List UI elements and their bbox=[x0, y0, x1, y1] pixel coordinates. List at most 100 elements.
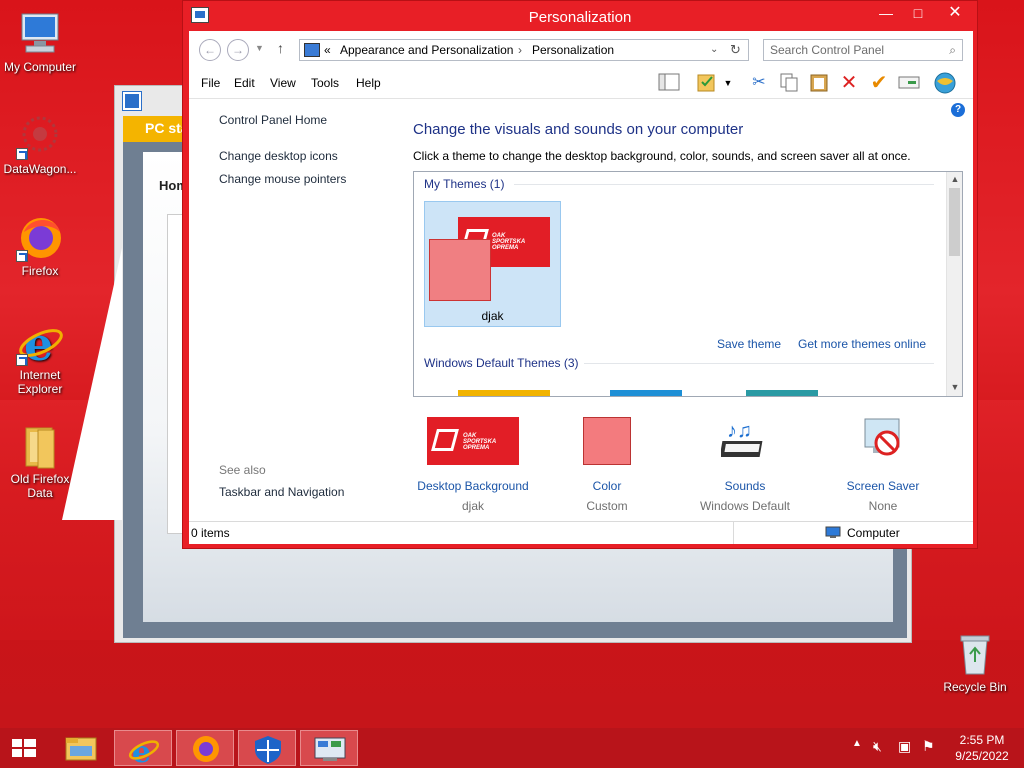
desktop-icon-label: My Computer bbox=[3, 60, 77, 74]
menu-tools[interactable]: Tools bbox=[311, 76, 339, 90]
shortcut-arrow-icon bbox=[16, 148, 28, 160]
desktop-icon-firefox[interactable]: Firefox bbox=[0, 214, 80, 278]
desktop-icon-recycle-bin[interactable]: Recycle Bin bbox=[935, 630, 1015, 694]
breadcrumb-overflow[interactable]: « bbox=[324, 40, 331, 60]
desktop-icon-label: Firefox bbox=[21, 264, 59, 278]
taskbar-control-panel[interactable] bbox=[300, 730, 358, 766]
checkmark-icon[interactable]: ✔ bbox=[867, 72, 891, 94]
start-button[interactable] bbox=[0, 730, 48, 766]
volume-muted-icon[interactable]: 🔇︎ bbox=[873, 738, 882, 755]
color-label[interactable]: Color bbox=[537, 479, 677, 493]
maximize-button[interactable]: □ bbox=[903, 4, 933, 22]
network-icon[interactable]: ▣ bbox=[898, 738, 911, 755]
status-bar: 0 items Computer bbox=[189, 521, 973, 544]
menu-bar: File Edit View Tools Help ▼ ✂ ✕ ✔ bbox=[189, 67, 973, 99]
forward-button[interactable]: → bbox=[227, 39, 249, 61]
layout-pane-icon[interactable] bbox=[657, 72, 681, 94]
desktop-background-label[interactable]: Desktop Background bbox=[403, 479, 543, 493]
up-arrow-icon[interactable]: ↑ bbox=[277, 40, 284, 56]
group-divider bbox=[514, 184, 934, 185]
address-dropdown-icon[interactable]: ⌄ bbox=[710, 40, 718, 60]
window-title: Personalization bbox=[528, 9, 632, 26]
page-title: Change the visuals and sounds on your co… bbox=[413, 121, 744, 138]
desktop-icon-datawagon[interactable]: DataWagon... bbox=[0, 112, 80, 176]
taskbar-firefox[interactable] bbox=[176, 730, 234, 766]
shortcut-arrow-icon bbox=[16, 250, 28, 262]
back-button[interactable]: ← bbox=[199, 39, 221, 61]
taskbar-navigation-link[interactable]: Taskbar and Navigation bbox=[219, 485, 344, 499]
menu-view[interactable]: View bbox=[270, 76, 296, 90]
scrollbar-thumb[interactable] bbox=[949, 188, 960, 256]
taskbar-security[interactable] bbox=[238, 730, 296, 766]
computer-icon bbox=[16, 10, 64, 58]
breadcrumb-appearance[interactable]: Appearance and Personalization bbox=[340, 40, 513, 60]
desktop-icon-label: Internet Explorer bbox=[17, 368, 63, 396]
theme-list[interactable]: My Themes (1) OAK SPORTSKA OPREMA djak S… bbox=[413, 171, 963, 397]
show-hidden-icons-chevron[interactable]: ▲ bbox=[852, 738, 862, 749]
help-icon[interactable]: ? bbox=[951, 103, 965, 117]
shield-icon bbox=[255, 736, 281, 764]
clock[interactable]: 2:55 PM 9/25/2022 bbox=[944, 732, 1020, 764]
control-panel-icon bbox=[314, 737, 346, 761]
sounds-label[interactable]: Sounds bbox=[675, 479, 815, 493]
folder-icon bbox=[65, 737, 97, 761]
scroll-down-icon[interactable]: ▼ bbox=[947, 382, 962, 392]
screen-saver-label[interactable]: Screen Saver bbox=[813, 479, 953, 493]
address-bar[interactable]: « Appearance and Personalization › Perso… bbox=[299, 39, 749, 61]
title-bar[interactable]: Personalization — □ ✕ bbox=[183, 1, 977, 31]
desktop-icon-my-computer[interactable]: My Computer bbox=[0, 10, 80, 74]
breadcrumb-separator-icon[interactable]: › bbox=[518, 40, 522, 60]
close-button[interactable]: ✕ bbox=[935, 4, 975, 22]
chevron-down-icon[interactable]: ▼ bbox=[721, 72, 735, 94]
taskbar-internet-explorer[interactable]: e bbox=[114, 730, 172, 768]
get-more-themes-link[interactable]: Get more themes online bbox=[798, 337, 926, 351]
menu-file[interactable]: File bbox=[201, 76, 220, 90]
breadcrumb-personalization[interactable]: Personalization bbox=[532, 40, 614, 60]
globe-icon[interactable] bbox=[933, 72, 957, 94]
svg-text:e: e bbox=[24, 318, 53, 366]
sounds-icon: ♪♫ bbox=[719, 415, 771, 465]
paste-icon[interactable] bbox=[807, 72, 831, 94]
recycle-bin-icon bbox=[951, 630, 999, 678]
theme-thumbnail-default-2[interactable] bbox=[610, 390, 682, 396]
taskbar-file-explorer[interactable] bbox=[52, 730, 110, 766]
minimize-button[interactable]: — bbox=[871, 4, 901, 22]
see-also-heading: See also bbox=[219, 463, 266, 477]
scroll-up-icon[interactable]: ▲ bbox=[947, 174, 962, 184]
theme-thumbnail-default-1[interactable] bbox=[458, 390, 550, 396]
clock-time: 2:55 PM bbox=[959, 733, 1005, 747]
theme-thumbnail-djak[interactable]: OAK SPORTSKA OPREMA djak bbox=[424, 201, 561, 327]
color-value: Custom bbox=[586, 499, 628, 513]
recent-pages-chevron-icon[interactable]: ▼ bbox=[255, 43, 264, 53]
control-panel-home-link[interactable]: Control Panel Home bbox=[219, 113, 327, 127]
search-input[interactable]: Search Control Panel ⌕ bbox=[763, 39, 963, 61]
cut-icon[interactable]: ✂ bbox=[747, 72, 771, 94]
copy-icon[interactable] bbox=[777, 72, 801, 94]
menu-edit[interactable]: Edit bbox=[234, 76, 255, 90]
properties-icon[interactable] bbox=[897, 72, 921, 94]
refresh-icon[interactable]: ↻ bbox=[730, 40, 741, 60]
menu-help[interactable]: Help bbox=[356, 76, 381, 90]
control-panel-icon bbox=[304, 43, 320, 57]
clock-date: 9/25/2022 bbox=[955, 749, 1009, 763]
delete-icon[interactable]: ✕ bbox=[837, 72, 861, 94]
save-theme-link[interactable]: Save theme bbox=[717, 337, 781, 351]
action-center-icon[interactable]: ⚑ bbox=[922, 738, 935, 755]
change-mouse-pointers-link[interactable]: Change mouse pointers bbox=[219, 172, 346, 186]
search-icon[interactable]: ⌕ bbox=[949, 40, 956, 60]
search-placeholder: Search Control Panel bbox=[770, 43, 885, 57]
personalization-window[interactable]: Personalization — □ ✕ ← → ▼ ↑ « Appearan… bbox=[182, 0, 978, 549]
desktop-icon-internet-explorer[interactable]: e Internet Explorer bbox=[0, 317, 80, 396]
desktop-icon-old-firefox-data[interactable]: Old Firefox Data bbox=[0, 422, 80, 500]
my-themes-heading: My Themes (1) bbox=[424, 177, 505, 191]
folder-check-icon[interactable] bbox=[695, 72, 719, 94]
window-client: ← → ▼ ↑ « Appearance and Personalization… bbox=[189, 31, 973, 544]
windows-logo-icon bbox=[12, 739, 36, 757]
theme-list-scrollbar[interactable]: ▲ ▼ bbox=[946, 172, 962, 396]
group-divider bbox=[584, 363, 934, 364]
windows-default-themes-heading: Windows Default Themes (3) bbox=[424, 356, 579, 370]
shortcut-arrow-icon bbox=[16, 354, 28, 366]
theme-options: OAK SPORTSKA OPREMA Desktop Background d… bbox=[403, 415, 973, 515]
theme-thumbnail-default-3[interactable] bbox=[746, 390, 818, 396]
change-desktop-icons-link[interactable]: Change desktop icons bbox=[219, 149, 338, 163]
